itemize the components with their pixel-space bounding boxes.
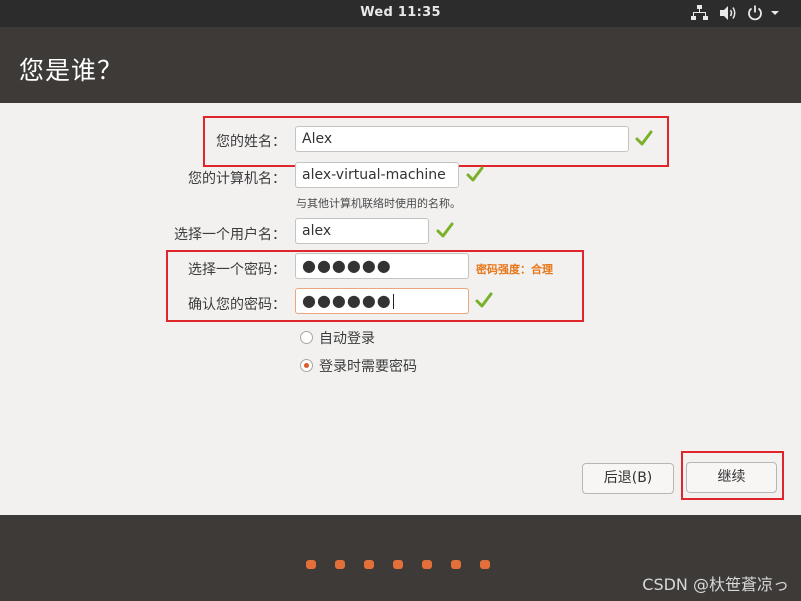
header: 您是谁？ xyxy=(0,27,801,103)
highlight-box-password xyxy=(166,250,584,322)
menu-arrow-icon[interactable] xyxy=(769,4,781,22)
clock[interactable]: Wed 11:35 xyxy=(0,5,801,20)
auto-login-label: 自动登录 xyxy=(319,331,375,347)
progress-dot xyxy=(364,560,374,569)
auto-login-option[interactable]: 自动登录 xyxy=(300,328,375,348)
top-bar: Wed 11:35 xyxy=(0,0,801,27)
highlight-box-name xyxy=(203,116,669,167)
progress-dot xyxy=(335,560,345,569)
require-password-radio[interactable] xyxy=(300,359,313,372)
progress-dot xyxy=(451,560,461,569)
progress-dot xyxy=(306,560,316,569)
computer-name-valid-check-icon xyxy=(466,166,484,182)
computer-name-label: 您的计算机名： xyxy=(188,171,286,187)
progress-dot xyxy=(393,560,403,569)
network-icon[interactable] xyxy=(690,4,708,22)
progress-dot xyxy=(480,560,490,569)
computer-name-input[interactable]: alex-virtual-machine xyxy=(295,162,459,188)
computer-name-hint: 与其他计算机联络时使用的名称。 xyxy=(296,197,461,210)
back-button[interactable]: 后退(B) xyxy=(582,463,674,494)
username-input[interactable]: alex xyxy=(295,218,429,244)
page-title: 您是谁？ xyxy=(19,56,124,85)
auto-login-radio[interactable] xyxy=(300,331,313,344)
volume-icon[interactable] xyxy=(718,4,738,22)
require-password-option[interactable]: 登录时需要密码 xyxy=(300,356,417,376)
footer: CSDN @杕笹蒼凉っ xyxy=(0,515,801,601)
username-label: 选择一个用户名： xyxy=(174,227,286,243)
username-valid-check-icon xyxy=(436,222,454,238)
watermark: CSDN @杕笹蒼凉っ xyxy=(642,575,789,594)
highlight-box-continue xyxy=(681,451,784,500)
power-icon[interactable] xyxy=(746,4,764,22)
require-password-label: 登录时需要密码 xyxy=(319,359,417,375)
progress-dot xyxy=(422,560,432,569)
